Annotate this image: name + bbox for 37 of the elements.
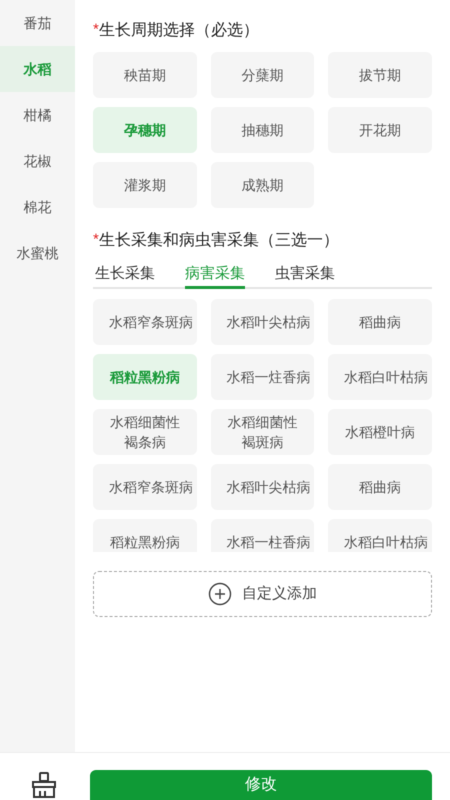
option-button[interactable]: 水稻一炷香病 <box>210 354 314 400</box>
option-button[interactable]: 水稻白叶枯病 <box>328 354 432 400</box>
option-button[interactable]: 稻曲病 <box>328 464 432 510</box>
option-button[interactable]: 抽穗期 <box>210 107 314 153</box>
sidebar-item[interactable]: 番茄 <box>0 0 75 46</box>
plus-circle-icon <box>208 582 232 606</box>
option-button[interactable]: 水稻窄条斑病 <box>93 299 197 345</box>
option-button[interactable]: 稻曲病 <box>328 299 432 345</box>
option-button[interactable]: 水稻一柱香病 <box>210 519 314 552</box>
option-button[interactable]: 水稻橙叶病 <box>328 409 432 455</box>
option-button[interactable]: 分蘖期 <box>210 52 314 98</box>
sidebar-item[interactable]: 水蜜桃 <box>0 230 75 276</box>
option-button[interactable]: 水稻叶尖枯病 <box>210 464 314 510</box>
section-title: 生长采集和病虫害采集（三选一） <box>98 230 339 251</box>
custom-add-button[interactable]: 自定义添加 <box>93 571 432 617</box>
tab[interactable]: 病害采集 <box>185 258 245 289</box>
sidebar-item[interactable]: 花椒 <box>0 138 75 184</box>
option-button[interactable]: 水稻白叶枯病 <box>328 519 432 552</box>
option-button[interactable]: 灌浆期 <box>93 162 197 208</box>
tab[interactable]: 生长采集 <box>95 258 155 289</box>
sidebar-item[interactable]: 棉花 <box>0 184 75 230</box>
section-title: 生长周期选择（必选） <box>98 20 259 41</box>
option-button[interactable]: 水稻窄条斑病 <box>93 464 197 510</box>
option-button[interactable]: 水稻细菌性褐斑病 <box>210 409 314 455</box>
option-button[interactable]: 秧苗期 <box>93 52 197 98</box>
sidebar-item[interactable]: 柑橘 <box>0 92 75 138</box>
submit-button[interactable]: 修改 <box>90 770 432 800</box>
option-button[interactable]: 水稻叶尖枯病 <box>210 299 314 345</box>
required-mark: * <box>93 20 99 40</box>
brush-icon[interactable] <box>30 772 58 798</box>
option-button[interactable]: 水稻细菌性褐条病 <box>93 409 197 455</box>
required-mark: * <box>93 230 99 250</box>
option-button[interactable]: 稻粒黑粉病 <box>93 519 197 552</box>
tab[interactable]: 虫害采集 <box>275 258 335 289</box>
option-button[interactable]: 开花期 <box>328 107 432 153</box>
option-button[interactable]: 拔节期 <box>328 52 432 98</box>
option-button[interactable]: 成熟期 <box>210 162 314 208</box>
